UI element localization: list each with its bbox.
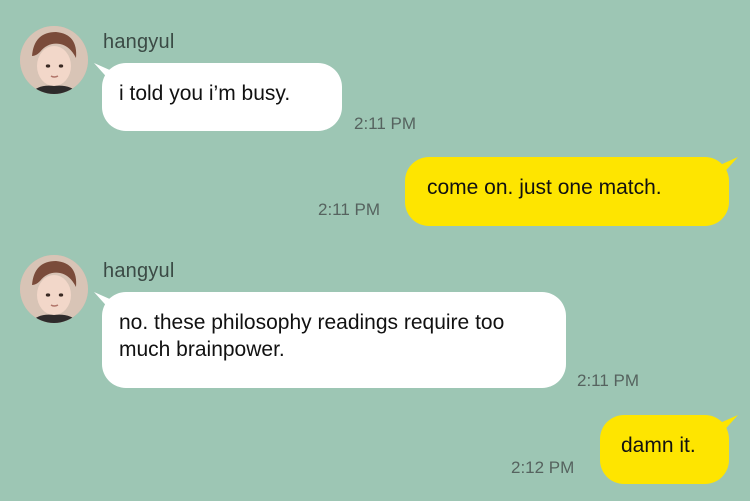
sender-name: hangyul bbox=[103, 260, 175, 282]
sender-name: hangyul bbox=[103, 31, 175, 53]
message-timestamp: 2:11 PM bbox=[577, 371, 640, 390]
outgoing-message-bubble[interactable]: damn it. bbox=[600, 415, 729, 484]
avatar-photo-icon bbox=[20, 26, 88, 94]
outgoing-message-bubble[interactable]: come on. just one match. bbox=[405, 157, 729, 226]
chat-screen: { "theme": { "background": "#9dc6b4", "i… bbox=[0, 0, 750, 501]
incoming-message-bubble[interactable]: i told you i’m busy. bbox=[102, 63, 342, 131]
avatar-photo-icon bbox=[20, 255, 88, 323]
avatar[interactable] bbox=[20, 26, 88, 94]
message-timestamp: 2:11 PM bbox=[354, 114, 417, 133]
outgoing-bubble-tail bbox=[720, 157, 738, 177]
incoming-message-bubble[interactable]: no. these philosophy readings require to… bbox=[102, 292, 566, 388]
message-timestamp: 2:11 PM bbox=[318, 200, 381, 219]
message-timestamp: 2:12 PM bbox=[511, 458, 575, 477]
avatar[interactable] bbox=[20, 255, 88, 323]
outgoing-bubble-tail bbox=[720, 415, 738, 435]
